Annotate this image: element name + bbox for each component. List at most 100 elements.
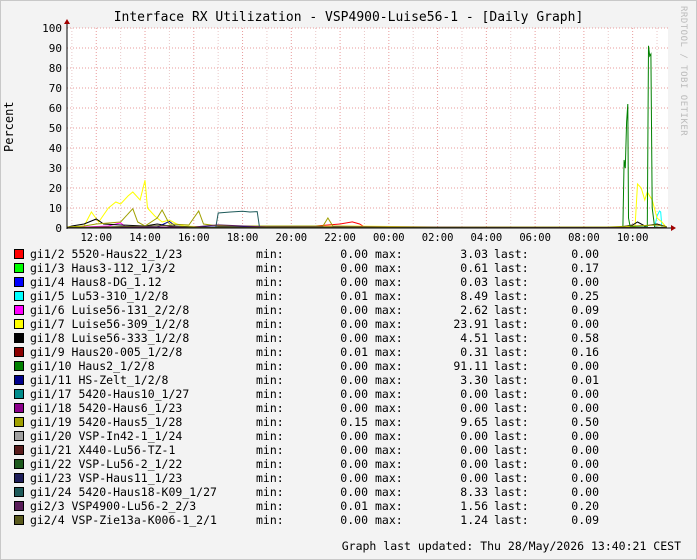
- y-tick-label: 0: [55, 222, 62, 235]
- legend-series-name: gi1/21 X440-Lu56-TZ-1: [30, 443, 176, 457]
- min-value: 0.00: [340, 247, 368, 261]
- min-label: min:: [256, 485, 284, 499]
- min-value: 0.00: [340, 331, 368, 345]
- legend-swatch: [14, 431, 24, 441]
- max-label: max:: [375, 471, 403, 485]
- min-label: min:: [256, 415, 284, 429]
- last-updated-text: Graph last updated: Thu 28/May/2026 13:4…: [341, 539, 681, 553]
- max-label: max:: [375, 457, 403, 471]
- max-value: 91.11: [453, 359, 488, 373]
- last-value: 0.00: [571, 443, 599, 457]
- legend-swatch: [14, 473, 24, 483]
- max-label: max:: [375, 317, 403, 331]
- max-label: max:: [375, 401, 403, 415]
- min-value: 0.00: [340, 429, 368, 443]
- legend-swatch: [14, 445, 24, 455]
- y-axis-arrow: [64, 19, 70, 24]
- min-label: min:: [256, 373, 284, 387]
- max-value: 0.61: [460, 261, 488, 275]
- last-label: last:: [494, 303, 529, 317]
- legend-series-name: gi1/11 HS-Zelt_1/2/8: [30, 373, 169, 387]
- y-tick-label: 100: [42, 22, 62, 35]
- max-label: max:: [375, 289, 403, 303]
- min-label: min:: [256, 387, 284, 401]
- legend-series-name: gi2/3 VSP4900-Lu56-2_2/3: [30, 499, 197, 513]
- max-label: max:: [375, 443, 403, 457]
- x-tick-label: 20:00: [276, 232, 308, 244]
- min-label: min:: [256, 261, 284, 275]
- min-label: min:: [256, 429, 284, 443]
- last-value: 0.00: [571, 401, 599, 415]
- min-value: 0.00: [340, 401, 368, 415]
- last-label: last:: [494, 401, 529, 415]
- last-value: 0.00: [571, 359, 599, 373]
- max-label: max:: [375, 499, 403, 513]
- last-label: last:: [494, 275, 529, 289]
- min-value: 0.00: [340, 373, 368, 387]
- last-label: last:: [494, 499, 529, 513]
- max-label: max:: [375, 261, 403, 275]
- legend-swatch: [14, 277, 24, 287]
- last-value: 0.20: [571, 499, 599, 513]
- legend-series-name: gi1/18 5420-Haus6_1/23: [30, 401, 183, 415]
- last-value: 0.09: [571, 513, 599, 527]
- max-value: 0.00: [460, 429, 488, 443]
- legend-series-name: gi1/19 5420-Haus5_1/28: [30, 415, 183, 429]
- last-value: 0.00: [571, 247, 599, 261]
- x-tick-label: 06:00: [519, 232, 551, 244]
- legend-swatch: [14, 361, 24, 371]
- x-tick-label: 04:00: [471, 232, 503, 244]
- max-value: 0.00: [460, 387, 488, 401]
- last-label: last:: [494, 387, 529, 401]
- last-label: last:: [494, 457, 529, 471]
- last-value: 0.16: [571, 345, 599, 359]
- min-label: min:: [256, 317, 284, 331]
- last-label: last:: [494, 331, 529, 345]
- max-value: 1.56: [460, 499, 488, 513]
- min-value: 0.00: [340, 275, 368, 289]
- legend-series-name: gi1/23 VSP-Haus11_1/23: [30, 471, 183, 485]
- last-label: last:: [494, 443, 529, 457]
- min-value: 0.00: [340, 359, 368, 373]
- last-value: 0.17: [571, 261, 599, 275]
- min-value: 0.15: [340, 415, 368, 429]
- max-label: max:: [375, 247, 403, 261]
- max-value: 0.31: [460, 345, 488, 359]
- last-label: last:: [494, 415, 529, 429]
- last-label: last:: [494, 247, 529, 261]
- max-value: 9.65: [460, 415, 488, 429]
- last-value: 0.58: [571, 331, 599, 345]
- x-tick-label: 12:00: [80, 232, 112, 244]
- legend-series-name: gi1/10 Haus2_1/2/8: [30, 359, 155, 373]
- min-label: min:: [256, 443, 284, 457]
- max-value: 0.00: [460, 401, 488, 415]
- y-tick-label: 80: [49, 62, 62, 75]
- min-label: min:: [256, 513, 284, 527]
- y-tick-label: 30: [49, 162, 62, 175]
- max-label: max:: [375, 513, 403, 527]
- legend-swatch: [14, 515, 24, 525]
- legend-series-name: gi1/9 Haus20-005_1/2/8: [30, 345, 183, 359]
- last-label: last:: [494, 317, 529, 331]
- last-label: last:: [494, 471, 529, 485]
- min-label: min:: [256, 275, 284, 289]
- min-value: 0.01: [340, 345, 368, 359]
- legend-swatch: [14, 403, 24, 413]
- max-value: 1.24: [460, 513, 488, 527]
- legend-swatch: [14, 305, 24, 315]
- legend-series-name: gi1/4 Haus8-DG_1.12: [30, 275, 162, 289]
- last-label: last:: [494, 513, 529, 527]
- max-value: 0.00: [460, 457, 488, 471]
- min-value: 0.00: [340, 387, 368, 401]
- last-value: 0.25: [571, 289, 599, 303]
- max-label: max:: [375, 331, 403, 345]
- legend-swatch: [14, 291, 24, 301]
- min-label: min:: [256, 289, 284, 303]
- min-value: 0.00: [340, 485, 368, 499]
- last-value: 0.00: [571, 457, 599, 471]
- legend-swatch: [14, 375, 24, 385]
- y-tick-label: 50: [49, 122, 62, 135]
- min-value: 0.00: [340, 443, 368, 457]
- legend-swatch: [14, 417, 24, 427]
- last-label: last:: [494, 261, 529, 275]
